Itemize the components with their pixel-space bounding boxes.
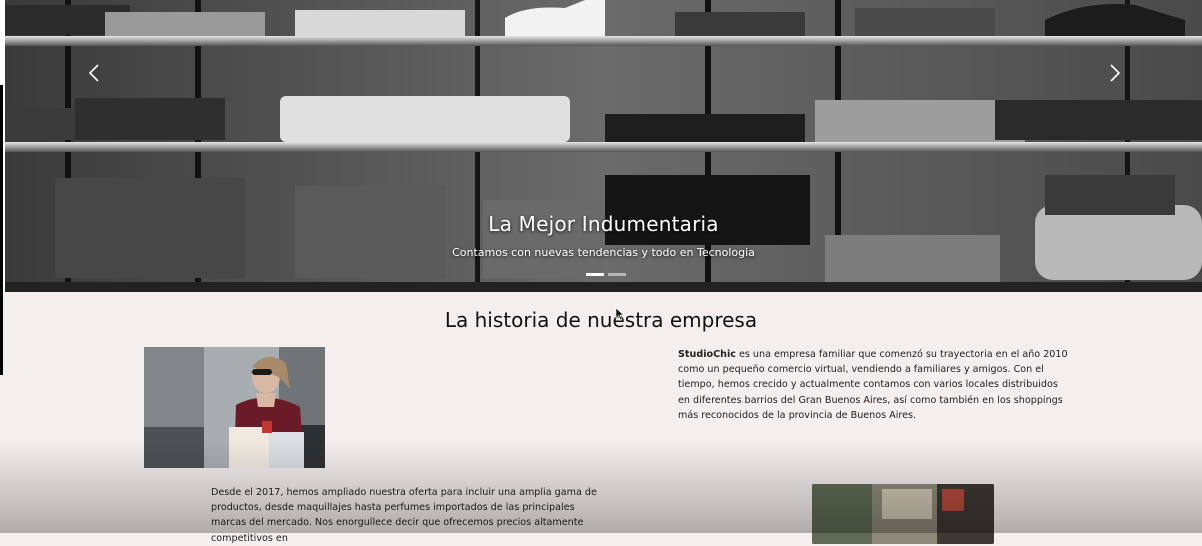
- history-section-title: La historia de nuestra empresa: [444, 308, 758, 332]
- woman-shopping-photo: [144, 347, 325, 468]
- store-interior-photo: [812, 484, 994, 544]
- carousel-indicators: [586, 273, 626, 276]
- history-paragraph-2: Desde el 2017, hemos ampliado nuestra of…: [211, 487, 597, 544]
- carousel-next-button[interactable]: [1100, 58, 1130, 88]
- hero-carousel: La Mejor Indumentaria Contamos con nueva…: [5, 0, 1202, 292]
- carousel-slide-caption: Contamos con nuevas tendencias y todo en…: [452, 246, 755, 259]
- history-paragraph-1: StudioChic es una empresa familiar que c…: [678, 347, 1068, 423]
- carousel-indicator-1[interactable]: [586, 273, 604, 276]
- carousel-slide-title: La Mejor Indumentaria: [488, 212, 719, 236]
- carousel-prev-button[interactable]: [79, 58, 109, 88]
- chevron-left-icon: [88, 64, 99, 82]
- carousel-caption: La Mejor Indumentaria Contamos con nueva…: [5, 212, 1202, 259]
- brand-name: StudioChic: [678, 349, 736, 360]
- history-paragraph-1-text: es una empresa familiar que comenzó su t…: [678, 349, 1068, 421]
- carousel-indicator-2[interactable]: [608, 273, 626, 276]
- chevron-right-icon: [1110, 64, 1121, 82]
- mouse-cursor-icon: [615, 307, 625, 321]
